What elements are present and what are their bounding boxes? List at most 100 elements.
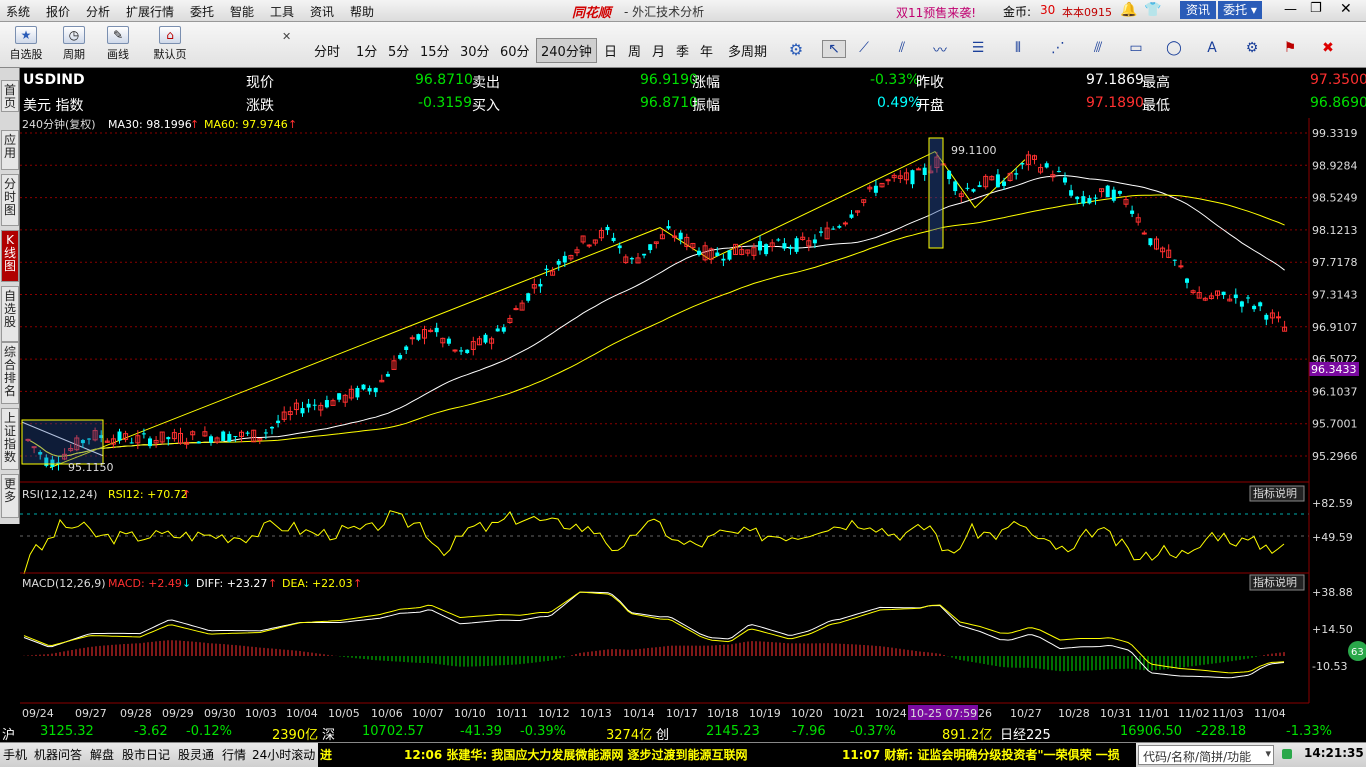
news-ticker[interactable]: 进 12:06 张建华: 我国应大力发展微能源网 逐步过渡到能源互联网 11:0…	[318, 743, 1136, 767]
search-dropdown-icon[interactable]: ▾	[1265, 747, 1271, 760]
period-tab-week[interactable]: 周	[626, 41, 643, 60]
version-label: 本本0915	[1062, 6, 1112, 19]
period-tab-60m[interactable]: 60分	[498, 41, 532, 60]
task-tab-mobile[interactable]: 手机	[3, 746, 27, 763]
info-button[interactable]: 资讯	[1180, 1, 1216, 19]
chart-area[interactable]: 240分钟(复权) MA30: 98.1996 ↑ MA60: 97.9746 …	[20, 118, 1366, 722]
period-tab-multi[interactable]: 多周期	[726, 41, 769, 60]
candle-body	[1185, 278, 1189, 283]
shirt-icon[interactable]: 👕	[1144, 2, 1161, 18]
price-tick: 96.9107	[1312, 321, 1358, 334]
period-tab-timeshare[interactable]: 分时	[312, 41, 342, 60]
task-tab-qa[interactable]: 机器问答	[34, 746, 82, 763]
side-tab-kline[interactable]: K线图	[1, 230, 19, 282]
selection-box-low[interactable]	[21, 419, 104, 465]
price-tick: 95.2966	[1312, 450, 1358, 463]
date-tick: 10/17	[666, 707, 698, 720]
collapse-icon[interactable]: ✕	[282, 30, 291, 43]
period-tab-30m[interactable]: 30分	[458, 41, 492, 60]
macd-header: MACD(12,26,9)	[22, 577, 106, 590]
side-tab-ranking[interactable]: 综合排名	[1, 342, 19, 404]
candle-body	[434, 327, 439, 333]
candle-body	[398, 355, 403, 359]
value-high: 97.3500	[1310, 72, 1366, 88]
candle-body	[721, 258, 726, 261]
candle-body	[1111, 189, 1116, 201]
channel-tool-icon[interactable]: ⫻	[1086, 40, 1110, 58]
side-tab-apps[interactable]: 应用	[1, 130, 19, 170]
watchlist-button[interactable]: ★ 自选股	[8, 26, 44, 62]
period-tab-15m[interactable]: 15分	[418, 41, 452, 60]
task-tab-analysis[interactable]: 解盘	[90, 746, 114, 763]
menu-tools[interactable]: 工具	[270, 3, 294, 20]
period-tab-month[interactable]: 月	[650, 41, 667, 60]
period-tab-day[interactable]: 日	[602, 41, 619, 60]
period-button[interactable]: ◷ 周期	[56, 26, 92, 62]
dea-line	[23, 591, 1285, 674]
menu-smart[interactable]: 智能	[230, 3, 254, 20]
text-tool-icon[interactable]: A	[1200, 40, 1224, 58]
menu-extended-quote[interactable]: 扩展行情	[126, 3, 174, 20]
date-tick: 11/03	[1212, 707, 1244, 720]
gold-value: 30	[1040, 3, 1056, 17]
menu-news[interactable]: 资讯	[310, 3, 334, 20]
bars-tool-icon[interactable]: ⦀	[1006, 40, 1030, 58]
period-label: 周期	[63, 48, 85, 61]
selection-box-high[interactable]	[928, 137, 944, 249]
rectangle-tool-icon[interactable]: ▭	[1124, 40, 1148, 58]
period-tab-1m[interactable]: 1分	[354, 41, 379, 60]
restore-icon[interactable]: ❐	[1310, 1, 1322, 16]
fibonacci-icon[interactable]: ☰	[966, 40, 990, 58]
side-tab-more[interactable]: 更多	[1, 474, 19, 518]
candle-body	[812, 239, 817, 244]
gann-tool-icon[interactable]: ⋰	[1046, 40, 1070, 58]
search-input[interactable]: 代码/名称/简拼/功能 ▾	[1138, 745, 1274, 765]
minimize-icon[interactable]: —	[1284, 2, 1297, 17]
promo-link[interactable]: 双11预售来袭!	[896, 4, 976, 21]
rj-change: -228.18	[1196, 724, 1247, 739]
period-tab-5m[interactable]: 5分	[386, 41, 411, 60]
side-tab-timeshare[interactable]: 分时图	[1, 174, 19, 226]
task-tab-24h[interactable]: 24小时滚动	[252, 746, 315, 763]
wave-tool-icon[interactable]: 〰	[928, 40, 952, 59]
erase-marker-icon[interactable]: ⚑	[1278, 40, 1302, 58]
close-icon[interactable]: ✕	[1340, 1, 1352, 17]
candle-body	[977, 185, 982, 188]
period-tab-quarter[interactable]: 季	[674, 41, 691, 60]
menu-trade[interactable]: 委托	[190, 3, 214, 20]
side-tab-watchlist[interactable]: 自选股	[1, 286, 19, 342]
label-prev: 昨收	[916, 75, 944, 91]
candle-body	[221, 431, 226, 441]
parallel-line-icon[interactable]: ⫽	[890, 40, 914, 58]
draw-settings-icon[interactable]: ⚙	[1240, 40, 1264, 58]
settings-gear-icon[interactable]: ⚙	[784, 40, 808, 59]
period-tab-year[interactable]: 年	[698, 41, 715, 60]
candle-body	[312, 404, 317, 406]
default-page-button[interactable]: ⌂ 默认页	[150, 26, 190, 62]
price-tick: 96.1037	[1312, 385, 1358, 398]
task-tab-stock-link[interactable]: 股灵通	[178, 746, 214, 763]
draw-button[interactable]: ✎ 画线	[100, 26, 136, 62]
label-amp: 振幅	[692, 98, 720, 114]
menu-system[interactable]: 系统	[6, 3, 30, 20]
clock-icon: ◷	[63, 26, 85, 44]
menu-quote[interactable]: 报价	[46, 3, 70, 20]
bell-icon[interactable]: 🔔	[1120, 2, 1137, 18]
task-tab-quotes[interactable]: 行情	[222, 746, 246, 763]
side-tab-sh-index[interactable]: 上证指数	[1, 408, 19, 470]
ellipse-tool-icon[interactable]: ◯	[1162, 40, 1186, 58]
rj-pct: -1.33%	[1286, 724, 1332, 739]
menu-analysis[interactable]: 分析	[86, 3, 110, 20]
delete-drawings-icon[interactable]: ✖	[1316, 40, 1340, 58]
candle-body	[715, 252, 720, 256]
candle-body	[971, 189, 976, 192]
line-tool-icon[interactable]: ⟋	[852, 40, 876, 58]
candle-body	[1221, 291, 1226, 296]
side-tab-home[interactable]: 首页	[1, 80, 19, 112]
trade-button[interactable]: 委托 ▾	[1218, 1, 1262, 19]
period-tab-240m[interactable]: 240分钟	[536, 38, 597, 63]
menu-help[interactable]: 帮助	[350, 3, 374, 20]
candle-body	[794, 238, 799, 252]
task-tab-diary[interactable]: 股市日记	[122, 746, 170, 763]
cursor-icon[interactable]: ↖	[822, 40, 846, 58]
